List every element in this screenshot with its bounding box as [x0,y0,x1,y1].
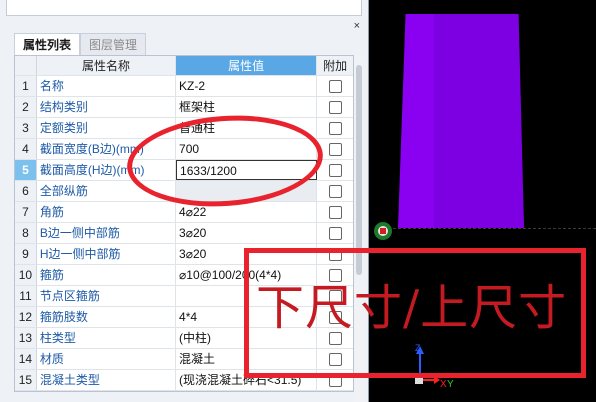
row-number: 8 [15,223,37,243]
row-number: 1 [15,76,37,96]
table-row[interactable]: 14 材质 混凝土 [15,349,353,370]
header-attach[interactable]: 附加 [317,56,353,75]
attach-checkbox[interactable] [328,205,342,219]
property-value[interactable] [176,181,318,201]
close-icon[interactable]: × [354,20,360,32]
row-number: 12 [15,307,37,327]
row-number: 7 [15,202,37,222]
table-row[interactable]: 15 混凝土类型 (现浇混凝土碎石<31.5) [15,370,353,391]
panel-scrollbar[interactable] [354,55,364,402]
grip-point-icon[interactable] [372,220,394,242]
property-panel: × 属性列表 图层管理 属性名称 属性值 附加 1 名称 KZ-2 2 结构类别 框架柱 3… [0,0,369,402]
row-number: 5 [15,160,37,180]
attach-checkbox[interactable] [328,121,342,135]
row-number: 11 [15,286,37,306]
axis-gizmo-icon: Z X Y [415,343,454,390]
attach-checkbox[interactable] [328,163,342,177]
row-number: 10 [15,265,37,285]
attach-cell [317,97,353,117]
grid-line [378,228,596,231]
property-name: 箍筋肢数 [37,307,177,327]
axis-y-label: Y [447,379,454,390]
property-name: 全部纵筋 [37,181,177,201]
property-value[interactable]: 普通柱 [176,118,318,138]
attach-checkbox[interactable] [328,79,342,93]
attach-checkbox[interactable] [328,226,342,240]
attach-cell [317,139,353,159]
attach-cell [317,349,353,369]
property-value[interactable]: (现浇混凝土碎石<31.5) [176,370,318,390]
property-name: 混凝土类型 [37,370,177,390]
axis-z-label: Z [415,343,421,353]
table-row[interactable]: 1 名称 KZ-2 [15,76,353,97]
property-name: H边一侧中部筋 [37,244,177,264]
property-value[interactable]: 3⌀20 [176,244,318,264]
property-value[interactable]: 4⌀22 [176,202,318,222]
header-property-name[interactable]: 属性名称 [36,56,177,75]
row-number: 4 [15,139,37,159]
attach-cell [317,223,353,243]
attach-cell [317,118,353,138]
row-number: 13 [15,328,37,348]
table-row[interactable]: 2 结构类别 框架柱 [15,97,353,118]
scroll-thumb[interactable] [356,65,362,275]
property-table: 属性名称 属性值 附加 1 名称 KZ-2 2 结构类别 框架柱 3 定额类别 普通柱 4 截面宽度… [14,55,354,392]
attach-cell [317,181,353,201]
attach-checkbox[interactable] [328,184,342,198]
attach-checkbox[interactable] [328,100,342,114]
row-number: 2 [15,97,37,117]
property-name: 截面高度(H边)(mm) [37,160,177,180]
property-name: B边一侧中部筋 [37,223,177,243]
property-name: 结构类别 [37,97,177,117]
property-value[interactable]: 1633/1200 [176,160,318,180]
property-name: 名称 [37,76,177,96]
table-row[interactable]: 8 B边一侧中部筋 3⌀20 [15,223,353,244]
property-name: 定额类别 [37,118,177,138]
panel-tabs: 属性列表 图层管理 [14,33,147,55]
property-name: 角筋 [37,202,177,222]
attach-checkbox[interactable] [328,142,342,156]
property-value[interactable]: 框架柱 [176,97,318,117]
annotation-text: 下尺寸/上尺寸 [256,280,568,336]
table-row[interactable]: 9 H边一侧中部筋 3⌀20 [15,244,353,265]
property-name: 箍筋 [37,265,177,285]
header-num [15,56,37,75]
property-name: 柱类型 [37,328,177,348]
table-row[interactable]: 6 全部纵筋 [15,181,353,202]
attach-cell [317,370,353,390]
attach-cell [317,202,353,222]
attach-checkbox[interactable] [328,247,342,261]
column-side-face [434,14,524,228]
tab-layer-management[interactable]: 图层管理 [80,33,147,55]
top-input-strip [6,0,362,16]
property-value[interactable]: 混凝土 [176,349,318,369]
property-name: 节点区箍筋 [37,286,177,306]
attach-checkbox[interactable] [328,352,342,366]
table-row[interactable]: 3 定额类别 普通柱 [15,118,353,139]
panel-header-bar [0,19,368,33]
attach-cell [317,244,353,264]
table-row[interactable]: 7 角筋 4⌀22 [15,202,353,223]
row-number: 6 [15,181,37,201]
attach-cell [317,76,353,96]
attach-cell [317,160,353,180]
tab-property-list[interactable]: 属性列表 [14,33,81,55]
property-name: 截面宽度(B边)(mm) [37,139,177,159]
row-number: 14 [15,349,37,369]
property-value[interactable]: 700 [176,139,318,159]
row-number: 9 [15,244,37,264]
row-number: 3 [15,118,37,138]
header-property-value[interactable]: 属性值 [176,56,318,75]
3d-viewport[interactable]: Z X Y [370,0,596,402]
table-row[interactable]: 4 截面宽度(B边)(mm) 700 [15,139,353,160]
property-name: 材质 [37,349,177,369]
property-value[interactable]: KZ-2 [176,76,318,96]
table-header-row: 属性名称 属性值 附加 [15,56,353,76]
table-row[interactable]: 5 截面高度(H边)(mm) 1633/1200 [15,160,353,181]
axis-x-label: X [440,379,447,390]
attach-checkbox[interactable] [328,373,342,387]
property-value[interactable]: 3⌀20 [176,223,318,243]
row-number: 15 [15,370,37,390]
